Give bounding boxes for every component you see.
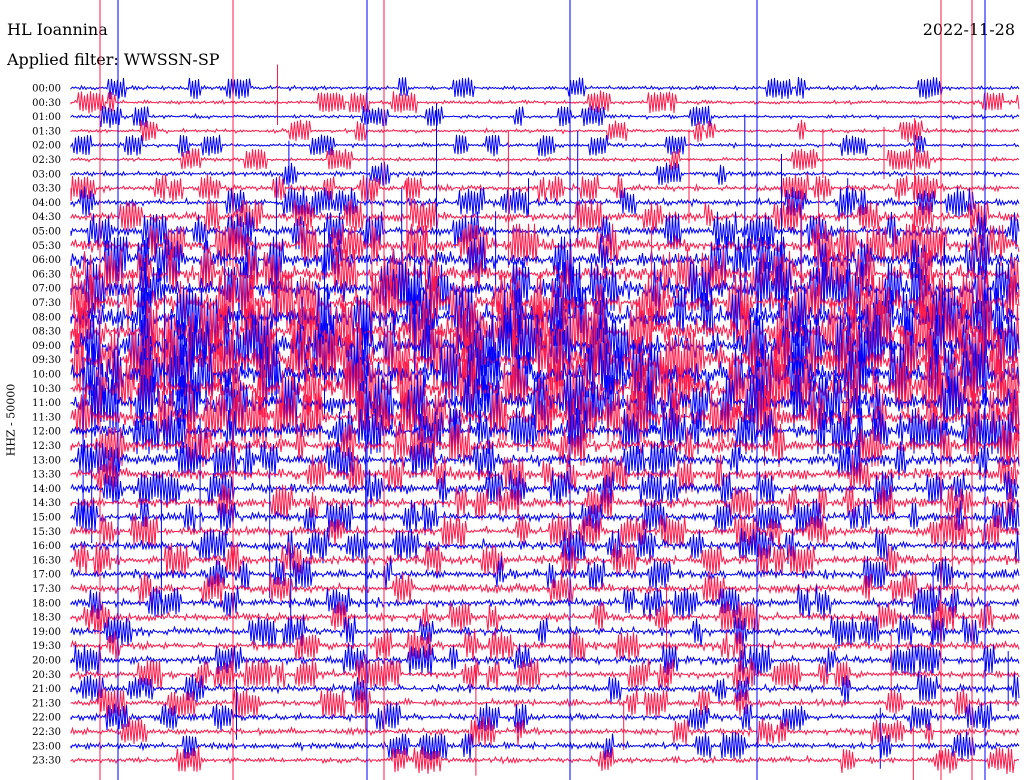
time-label: 12:00 — [32, 427, 61, 438]
seismic-trace — [70, 628, 1020, 663]
time-label: 06:30 — [32, 269, 61, 280]
time-label: 20:30 — [32, 670, 61, 681]
time-label: 21:00 — [32, 684, 61, 695]
seismic-trace — [70, 571, 1020, 606]
time-label: 03:30 — [32, 184, 61, 195]
time-label: 14:00 — [32, 484, 61, 495]
time-label: 09:00 — [32, 341, 61, 352]
time-label: 15:00 — [32, 513, 61, 524]
time-label: 04:30 — [32, 212, 61, 223]
seismic-trace — [70, 643, 1020, 677]
seismic-trace — [70, 731, 1020, 761]
time-label: 15:30 — [32, 527, 61, 538]
time-label: 06:00 — [32, 255, 61, 266]
time-label: 22:00 — [32, 713, 61, 724]
time-label: 13:00 — [32, 455, 61, 466]
time-label: 00:30 — [32, 98, 61, 109]
time-label: 16:30 — [32, 555, 61, 566]
time-label: 11:30 — [32, 412, 61, 423]
seismic-trace — [70, 134, 1020, 157]
time-label: 18:30 — [32, 613, 61, 624]
seismic-trace — [70, 585, 1020, 621]
time-label: 01:00 — [32, 112, 61, 123]
time-label: 19:00 — [32, 627, 61, 638]
time-label: 23:30 — [32, 756, 61, 767]
time-label: 17:30 — [32, 584, 61, 595]
time-label: 19:30 — [32, 641, 61, 652]
seismic-trace — [70, 105, 1020, 128]
helicorder-plot: 00:00 00:30 01:00 01:30 02:00 02:30 03:00 03:30… — [32, 0, 1020, 780]
time-label: 02:00 — [32, 141, 61, 152]
time-label: 13:30 — [32, 470, 61, 481]
time-label: 10:00 — [32, 370, 61, 381]
seismic-trace — [70, 173, 1020, 204]
time-label: 18:00 — [32, 598, 61, 609]
seismic-trace — [70, 672, 1020, 704]
seismic-trace — [70, 716, 1020, 746]
time-label: 01:30 — [32, 126, 61, 137]
time-label: 09:30 — [32, 355, 61, 366]
time-label: 02:30 — [32, 155, 61, 166]
time-label: 03:00 — [32, 169, 61, 180]
time-label: 14:30 — [32, 498, 61, 509]
time-label: 23:00 — [32, 741, 61, 752]
seismic-trace — [70, 746, 1020, 775]
time-label: 22:30 — [32, 727, 61, 738]
time-label: 07:30 — [32, 298, 61, 309]
seismic-trace — [70, 77, 1020, 100]
time-label: 08:30 — [32, 327, 61, 338]
time-label: 05:30 — [32, 241, 61, 252]
time-label: 07:00 — [32, 284, 61, 295]
time-label: 11:00 — [32, 398, 61, 409]
time-label: 08:00 — [32, 312, 61, 323]
time-label: 16:00 — [32, 541, 61, 552]
time-label: 10:30 — [32, 384, 61, 395]
time-label: 20:00 — [32, 656, 61, 667]
seismic-trace — [70, 90, 1020, 114]
time-label: 21:30 — [32, 698, 61, 709]
time-label: 17:00 — [32, 570, 61, 581]
time-label: 05:00 — [32, 227, 61, 238]
time-label: 04:00 — [32, 198, 61, 209]
time-label: 12:30 — [32, 441, 61, 452]
time-label: 00:00 — [32, 84, 61, 95]
